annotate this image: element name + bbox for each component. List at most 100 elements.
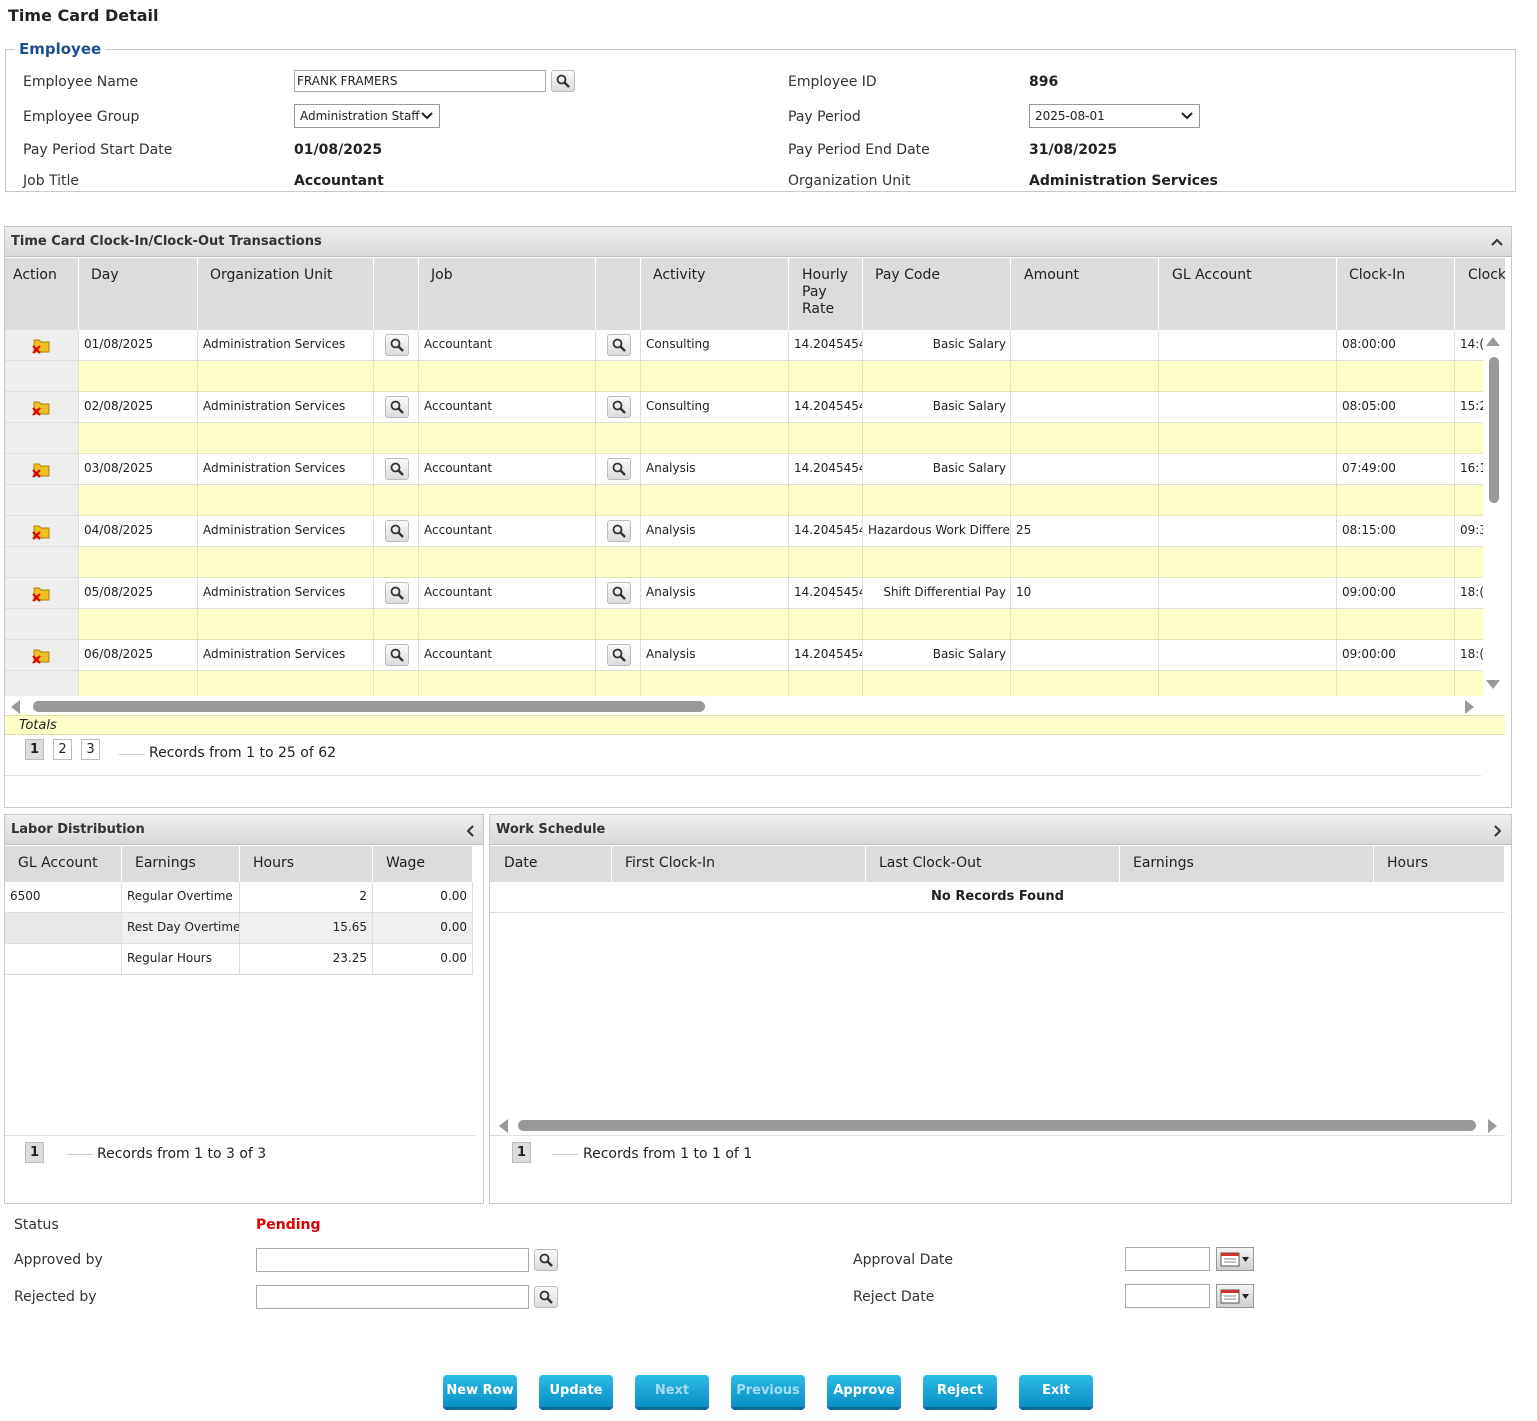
- paycode-cell[interactable]: Basic Salary: [863, 330, 1011, 361]
- lookup-button[interactable]: [607, 644, 631, 666]
- clockout-cell[interactable]: 16:1: [1455, 454, 1483, 485]
- activity-cell[interactable]: Analysis: [641, 578, 789, 609]
- col-job[interactable]: Job: [419, 258, 596, 330]
- org-cell[interactable]: Administration Services: [198, 578, 374, 609]
- scroll-left-icon[interactable]: [498, 1119, 509, 1133]
- table-row[interactable]: 06/08/2025 Administration Services Account…: [5, 640, 1483, 671]
- next-button[interactable]: Next: [635, 1375, 709, 1407]
- job-cell[interactable]: Accountant: [419, 578, 596, 609]
- table-row[interactable]: 04/08/2025 Administration Services Account…: [5, 516, 1483, 547]
- clockin-cell[interactable]: 09:00:00: [1337, 578, 1455, 609]
- delete-row-icon[interactable]: [31, 584, 51, 602]
- amount-cell[interactable]: 10: [1011, 578, 1159, 609]
- approve-button[interactable]: Approve: [827, 1375, 901, 1407]
- vertical-scroll-thumb[interactable]: [1489, 357, 1499, 503]
- delete-row-icon[interactable]: [31, 646, 51, 664]
- day-cell[interactable]: 05/08/2025: [79, 578, 198, 609]
- scroll-right-icon[interactable]: [1487, 1119, 1498, 1133]
- paycode-cell[interactable]: Hazardous Work Differer: [863, 516, 1011, 547]
- activity-cell[interactable]: Analysis: [641, 516, 789, 547]
- scroll-left-icon[interactable]: [10, 700, 21, 714]
- approved-by-field[interactable]: [256, 1248, 529, 1272]
- paycode-cell[interactable]: Shift Differential Pay: [863, 578, 1011, 609]
- horizontal-scrollbar[interactable]: [5, 698, 1483, 715]
- labor-col-gl[interactable]: GL Account: [5, 846, 122, 882]
- amount-cell[interactable]: [1011, 330, 1159, 361]
- job-cell[interactable]: Accountant: [419, 330, 596, 361]
- clockout-cell[interactable]: 09:3: [1455, 516, 1483, 547]
- lookup-button[interactable]: [607, 582, 631, 604]
- rate-cell[interactable]: 14.2045454: [789, 330, 863, 361]
- approved-by-search-button[interactable]: [534, 1249, 558, 1271]
- lookup-button[interactable]: [385, 334, 409, 356]
- employee-group-select[interactable]: Administration Staff: [294, 104, 440, 128]
- paycode-cell[interactable]: Basic Salary: [863, 392, 1011, 423]
- scroll-up-icon[interactable]: [1486, 336, 1500, 346]
- schedule-scroll-thumb[interactable]: [518, 1120, 1476, 1131]
- schedule-col-earnings[interactable]: Earnings: [1120, 846, 1374, 882]
- clockin-cell[interactable]: 08:00:00: [1337, 330, 1455, 361]
- clockout-cell[interactable]: 14:(: [1455, 330, 1483, 361]
- vertical-scrollbar[interactable]: [1483, 330, 1505, 696]
- exit-button[interactable]: Exit: [1019, 1375, 1093, 1407]
- lookup-button[interactable]: [385, 644, 409, 666]
- lookup-button[interactable]: [607, 334, 631, 356]
- delete-row-icon[interactable]: [31, 398, 51, 416]
- approval-date-picker[interactable]: [1216, 1247, 1254, 1271]
- table-row[interactable]: 02/08/2025 Administration Services Account…: [5, 392, 1483, 423]
- org-cell[interactable]: Administration Services: [198, 392, 374, 423]
- table-row[interactable]: 01/08/2025 Administration Services Account…: [5, 330, 1483, 361]
- clockin-cell[interactable]: 08:15:00: [1337, 516, 1455, 547]
- col-day[interactable]: Day: [79, 258, 198, 330]
- col-pay-code[interactable]: Pay Code: [863, 258, 1011, 330]
- col-clock-out[interactable]: Clock-: [1455, 258, 1505, 330]
- delete-row-icon[interactable]: [31, 460, 51, 478]
- activity-cell[interactable]: Consulting: [641, 392, 789, 423]
- lookup-button[interactable]: [385, 582, 409, 604]
- col-action[interactable]: Action: [5, 258, 79, 330]
- schedule-col-date[interactable]: Date: [490, 846, 612, 882]
- rejected-by-search-button[interactable]: [534, 1286, 558, 1308]
- rate-cell[interactable]: 14.2045454: [789, 578, 863, 609]
- org-cell[interactable]: Administration Services: [198, 454, 374, 485]
- rate-cell[interactable]: 14.2045454: [789, 392, 863, 423]
- col-activity[interactable]: Activity: [641, 258, 789, 330]
- expand-right-icon[interactable]: [1493, 825, 1503, 837]
- reject-date-picker[interactable]: [1216, 1284, 1254, 1308]
- job-cell[interactable]: Accountant: [419, 516, 596, 547]
- reject-button[interactable]: Reject: [923, 1375, 997, 1407]
- clockout-cell[interactable]: 18:(: [1455, 578, 1483, 609]
- page-1-button[interactable]: 1: [25, 739, 44, 760]
- job-cell[interactable]: Accountant: [419, 640, 596, 671]
- page-3-button[interactable]: 3: [81, 739, 100, 760]
- col-amount[interactable]: Amount: [1011, 258, 1159, 330]
- delete-row-icon[interactable]: [31, 336, 51, 354]
- table-row[interactable]: 05/08/2025 Administration Services Account…: [5, 578, 1483, 609]
- table-row[interactable]: 03/08/2025 Administration Services Account…: [5, 454, 1483, 485]
- labor-page-1-button[interactable]: 1: [25, 1142, 44, 1163]
- new-row-button[interactable]: New Row: [443, 1375, 517, 1407]
- clockin-cell[interactable]: 08:05:00: [1337, 392, 1455, 423]
- lookup-button[interactable]: [385, 396, 409, 418]
- table-row[interactable]: 6500 Regular Overtime 2 0.00: [5, 882, 473, 913]
- paycode-cell[interactable]: Basic Salary: [863, 640, 1011, 671]
- previous-button[interactable]: Previous: [731, 1375, 805, 1407]
- scroll-right-icon[interactable]: [1464, 700, 1475, 714]
- schedule-col-last-clock-out[interactable]: Last Clock-Out: [866, 846, 1120, 882]
- labor-col-hours[interactable]: Hours: [240, 846, 373, 882]
- lookup-button[interactable]: [607, 396, 631, 418]
- labor-col-wage[interactable]: Wage: [373, 846, 473, 882]
- clockout-cell[interactable]: 18:(: [1455, 640, 1483, 671]
- gl-cell[interactable]: [1159, 640, 1337, 671]
- org-cell[interactable]: Administration Services: [198, 516, 374, 547]
- rate-cell[interactable]: 14.2045454: [789, 516, 863, 547]
- clockout-cell[interactable]: 15:2: [1455, 392, 1483, 423]
- horizontal-scroll-thumb[interactable]: [33, 701, 705, 712]
- activity-cell[interactable]: Analysis: [641, 640, 789, 671]
- gl-cell[interactable]: [1159, 454, 1337, 485]
- day-cell[interactable]: 01/08/2025: [79, 330, 198, 361]
- col-clock-in[interactable]: Clock-In: [1337, 258, 1455, 330]
- schedule-col-hours[interactable]: Hours: [1374, 846, 1505, 882]
- job-cell[interactable]: Accountant: [419, 454, 596, 485]
- gl-cell[interactable]: [1159, 330, 1337, 361]
